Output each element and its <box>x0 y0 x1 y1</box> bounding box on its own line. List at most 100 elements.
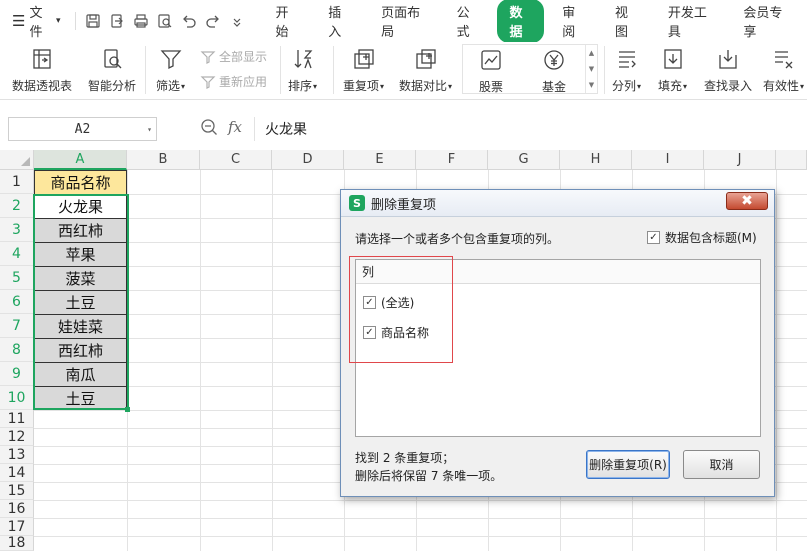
column-header-g[interactable]: G <box>488 150 560 170</box>
smart-analysis-button[interactable]: 智能分析 <box>88 46 136 94</box>
zoom-icon[interactable] <box>200 118 218 136</box>
gridline <box>34 500 807 501</box>
data-compare-button[interactable]: 数据对比▾ <box>399 46 452 94</box>
fund-button[interactable]: 基金 <box>540 47 568 95</box>
column-header-d[interactable]: D <box>272 150 344 170</box>
tab-page-layout[interactable]: 页面布局 <box>369 0 439 43</box>
tab-data[interactable]: 数据 <box>497 0 545 43</box>
chevron-down-icon: ▾ <box>800 82 805 91</box>
column-header-a[interactable]: A <box>34 150 127 170</box>
row-header[interactable]: 3 <box>0 218 34 242</box>
save-icon[interactable] <box>81 9 105 33</box>
data-type-gallery: 股票 基金 ▲ ▼ ▼ <box>462 44 598 94</box>
row-header[interactable]: 16 <box>0 500 34 518</box>
tab-view[interactable]: 视图 <box>603 0 650 43</box>
fill-handle[interactable] <box>125 407 130 412</box>
row-header[interactable]: 4 <box>0 242 34 266</box>
tab-formulas[interactable]: 公式 <box>445 0 492 43</box>
column-header-k[interactable] <box>776 150 807 170</box>
row-header[interactable]: 9 <box>0 362 34 386</box>
file-menu[interactable]: ☰ 文件 ▾ <box>0 6 69 40</box>
row-header[interactable]: 12 <box>0 428 34 446</box>
cell-a9[interactable]: 南瓜 <box>34 362 127 387</box>
row-header[interactable]: 17 <box>0 518 34 536</box>
undo-icon[interactable] <box>177 9 201 33</box>
customize-toolbar-icon[interactable] <box>225 9 249 33</box>
chevron-down-icon[interactable]: ▾ <box>147 125 152 134</box>
column-header-c[interactable]: C <box>200 150 272 170</box>
cancel-button[interactable]: 取消 <box>683 450 760 479</box>
row-header[interactable]: 10 <box>0 386 34 410</box>
show-all-button[interactable]: 全部显示 <box>200 48 267 65</box>
row-header[interactable]: 2 <box>0 194 34 218</box>
cell-a6[interactable]: 土豆 <box>34 290 127 315</box>
row-header[interactable]: 7 <box>0 314 34 338</box>
row-header[interactable]: 14 <box>0 464 34 482</box>
cell-a10[interactable]: 土豆 <box>34 386 127 410</box>
cell-a2[interactable]: 火龙果 <box>34 194 127 219</box>
has-header-checkbox[interactable]: ✓ 数据包含标题(M) <box>647 229 757 246</box>
lookup-entry-button[interactable]: 查找录入 <box>704 46 752 94</box>
export-icon[interactable] <box>105 9 129 33</box>
gallery-scroll[interactable]: ▲ ▼ ▼ <box>585 45 597 93</box>
sort-icon <box>289 46 317 72</box>
row-header[interactable]: 11 <box>0 410 34 428</box>
select-all-corner[interactable] <box>0 150 34 170</box>
chevron-down-icon[interactable]: ▼ <box>589 65 594 73</box>
reapply-button[interactable]: 重新应用 <box>200 73 267 90</box>
print-icon[interactable] <box>129 9 153 33</box>
tab-insert[interactable]: 插入 <box>316 0 363 43</box>
row-header[interactable]: 13 <box>0 446 34 464</box>
dialog-title-bar[interactable]: S 删除重复项 ✖ <box>341 190 774 217</box>
tab-review[interactable]: 审阅 <box>550 0 597 43</box>
stock-button[interactable]: 股票 <box>477 47 505 95</box>
delete-duplicates-button[interactable]: 删除重复项(R) <box>586 450 670 479</box>
column-header-j[interactable]: J <box>704 150 776 170</box>
pivot-table-button[interactable]: 数据透视表 <box>12 46 72 94</box>
row-header[interactable]: 8 <box>0 338 34 362</box>
tab-home[interactable]: 开始 <box>263 0 310 43</box>
validity-label: 有效性▾ <box>763 77 804 94</box>
pivot-table-icon <box>28 46 56 72</box>
column-header-h[interactable]: H <box>560 150 632 170</box>
duplicates-button[interactable]: 重复项▾ <box>343 46 384 94</box>
wps-logo-icon: S <box>349 195 365 211</box>
row-header[interactable]: 15 <box>0 482 34 500</box>
row-header[interactable]: 18 <box>0 535 34 551</box>
cell-a8[interactable]: 西红柿 <box>34 338 127 363</box>
chevron-down-icon: ▾ <box>56 16 61 26</box>
divider <box>74 12 76 30</box>
compare-text: 数据对比 <box>399 79 448 93</box>
cell-a7[interactable]: 娃娃菜 <box>34 314 127 339</box>
tab-member[interactable]: 会员专享 <box>731 0 801 43</box>
cell-a3[interactable]: 西红柿 <box>34 218 127 243</box>
split-column-button[interactable]: 分列▾ <box>612 46 641 94</box>
print-preview-icon[interactable] <box>153 9 177 33</box>
function-icon[interactable]: fx <box>228 118 242 136</box>
column-header-b[interactable]: B <box>127 150 200 170</box>
redo-icon[interactable] <box>201 9 225 33</box>
expand-gallery-icon[interactable]: ▼ <box>589 81 594 89</box>
ribbon-data: 数据透视表 智能分析 筛选▾ 全部显示 重新应用 排序▾ 重复项▾ 数据对比▾ … <box>0 42 807 100</box>
tab-developer[interactable]: 开发工具 <box>656 0 726 43</box>
cell-a1[interactable]: 商品名称 <box>34 170 127 195</box>
fill-button[interactable]: 填充▾ <box>658 46 687 94</box>
close-button[interactable]: ✖ <box>726 192 768 210</box>
row-header[interactable]: 6 <box>0 290 34 314</box>
formula-input[interactable]: 火龙果 <box>254 117 807 141</box>
name-box[interactable]: A2 ▾ <box>8 117 157 141</box>
cell-a4[interactable]: 苹果 <box>34 242 127 267</box>
validity-icon <box>770 46 798 72</box>
filter-button[interactable]: 筛选▾ <box>156 46 185 94</box>
column-header-e[interactable]: E <box>344 150 416 170</box>
column-header-f[interactable]: F <box>416 150 488 170</box>
chevron-up-icon[interactable]: ▲ <box>589 49 594 57</box>
checkmark-icon[interactable]: ✓ <box>647 231 660 244</box>
sort-button[interactable]: 排序▾ <box>288 46 317 94</box>
cell-a5[interactable]: 菠菜 <box>34 266 127 291</box>
row-header[interactable]: 5 <box>0 266 34 290</box>
column-header-i[interactable]: I <box>632 150 704 170</box>
validity-button[interactable]: 有效性▾ <box>763 46 804 94</box>
row-header[interactable]: 1 <box>0 170 34 194</box>
reapply-label: 重新应用 <box>219 75 268 89</box>
